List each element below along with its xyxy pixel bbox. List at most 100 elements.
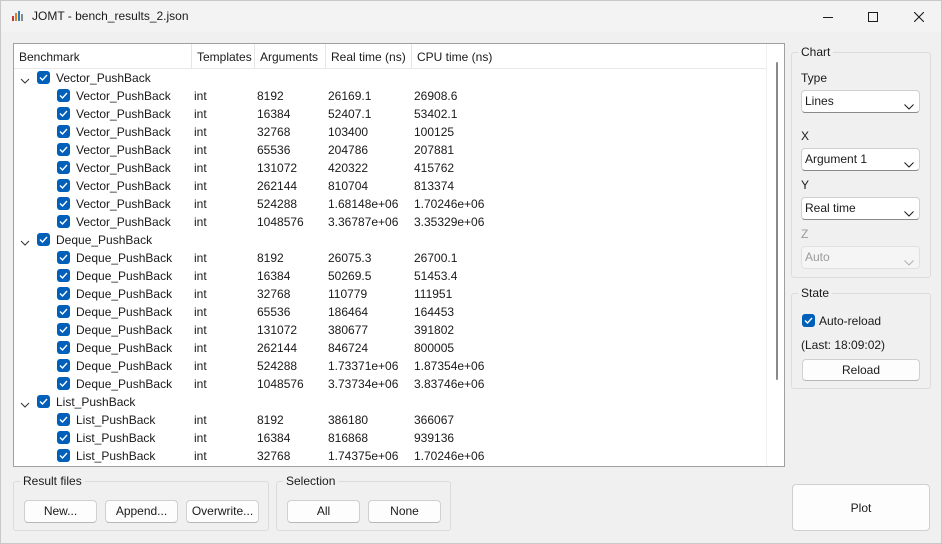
tree-row[interactable]: Deque_PushBack int 524288 1.73371e+06 1.8735… <box>14 357 766 375</box>
row-template: int <box>194 377 207 391</box>
row-argument: 131072 <box>257 323 298 337</box>
row-template: int <box>194 413 207 427</box>
tree-row[interactable]: Vector_PushBack int 262144 810704 813374 <box>14 177 766 195</box>
select-none-button[interactable]: None <box>368 500 441 523</box>
y-dropdown[interactable]: Real time <box>801 197 920 220</box>
tree-row[interactable]: Vector_PushBack int 131072 420322 415762 <box>14 159 766 177</box>
tree-row[interactable]: Deque_PushBack int 65536 186464 164453 <box>14 303 766 321</box>
column-header-real-time[interactable]: Real time (ns) <box>326 44 412 69</box>
row-real-time: 1.73371e+06 <box>328 359 399 373</box>
row-checkbox[interactable] <box>57 161 70 174</box>
auto-reload-checkbox[interactable] <box>802 314 815 327</box>
row-checkbox[interactable] <box>57 107 70 120</box>
tree-row[interactable]: List_PushBack int 16384 816868 939136 <box>14 429 766 447</box>
tree-row[interactable]: Deque_PushBack int 1048576 3.73734e+06 3.837… <box>14 375 766 393</box>
row-checkbox[interactable] <box>57 359 70 372</box>
scrollbar-thumb[interactable] <box>776 62 778 380</box>
row-checkbox[interactable] <box>57 269 70 282</box>
row-checkbox[interactable] <box>57 143 70 156</box>
tree-row[interactable]: Deque_PushBack int 8192 26075.3 26700.1 <box>14 249 766 267</box>
overwrite-button[interactable]: Overwrite... <box>186 500 259 523</box>
tree-row[interactable]: Deque_PushBack int 262144 846724 800005 <box>14 339 766 357</box>
tree-row[interactable]: List_PushBack int 8192 386180 366067 <box>14 411 766 429</box>
row-checkbox[interactable] <box>57 449 70 462</box>
auto-reload-label[interactable]: Auto-reload <box>819 314 881 328</box>
state-title: State <box>798 286 833 300</box>
tree-row[interactable]: Vector_PushBack int 16384 52407.1 53402.1 <box>14 105 766 123</box>
group-checkbox[interactable] <box>37 71 50 84</box>
row-template: int <box>194 305 207 319</box>
row-argument: 1048576 <box>257 377 304 391</box>
row-cpu-time: 813374 <box>414 179 455 193</box>
column-header-templates[interactable]: Templates <box>192 44 255 69</box>
row-cpu-time: 1.70246e+06 <box>414 449 485 463</box>
row-checkbox[interactable] <box>57 287 70 300</box>
tree-group-row[interactable]: List_PushBack <box>14 393 766 411</box>
chevron-down-icon[interactable] <box>20 236 30 246</box>
column-header-cpu-time[interactable]: CPU time (ns) <box>412 44 766 69</box>
type-label: Type <box>801 71 828 85</box>
row-checkbox[interactable] <box>57 215 70 228</box>
append-button[interactable]: Append... <box>105 500 178 523</box>
tree-row[interactable]: Vector_PushBack int 65536 204786 207881 <box>14 141 766 159</box>
chevron-down-icon <box>904 99 914 113</box>
chevron-down-icon[interactable] <box>20 398 30 408</box>
select-all-button[interactable]: All <box>287 500 360 523</box>
row-checkbox[interactable] <box>57 305 70 318</box>
tree-row[interactable]: Vector_PushBack int 32768 103400 100125 <box>14 123 766 141</box>
tree-row[interactable]: Deque_PushBack int 32768 110779 111951 <box>14 285 766 303</box>
row-checkbox[interactable] <box>57 377 70 390</box>
tree-group-row[interactable]: Vector_PushBack <box>14 69 766 87</box>
group-checkbox[interactable] <box>37 395 50 408</box>
row-checkbox[interactable] <box>57 431 70 444</box>
z-label: Z <box>801 227 809 241</box>
z-dropdown-value: Auto <box>805 250 830 264</box>
new-button[interactable]: New... <box>24 500 97 523</box>
row-cpu-time: 100125 <box>414 125 455 139</box>
group-checkbox[interactable] <box>37 233 50 246</box>
row-cpu-time: 415762 <box>414 161 455 175</box>
x-dropdown-value: Argument 1 <box>805 152 868 166</box>
maximize-button[interactable] <box>850 1 896 32</box>
tree-row[interactable]: Vector_PushBack int 1048576 3.36787e+06 3.35… <box>14 213 766 231</box>
column-header-arguments[interactable]: Arguments <box>255 44 326 69</box>
reload-button[interactable]: Reload <box>802 359 920 381</box>
type-dropdown-value: Lines <box>805 94 834 108</box>
tree-row[interactable]: Deque_PushBack int 16384 50269.5 51453.4 <box>14 267 766 285</box>
row-checkbox[interactable] <box>57 323 70 336</box>
row-checkbox[interactable] <box>57 197 70 210</box>
row-real-time: 103400 <box>328 125 369 139</box>
row-benchmark-name: Deque_PushBack <box>76 341 173 355</box>
tree-row[interactable]: Deque_PushBack int 131072 380677 391802 <box>14 321 766 339</box>
tree-group-row[interactable]: Deque_PushBack <box>14 231 766 249</box>
plot-button[interactable]: Plot <box>792 484 930 531</box>
result-files-title: Result files <box>20 474 85 488</box>
benchmark-tree[interactable]: Benchmark Templates Arguments Real time … <box>13 43 785 467</box>
vertical-scrollbar[interactable] <box>776 62 780 422</box>
x-dropdown[interactable]: Argument 1 <box>801 148 920 171</box>
row-real-time: 420322 <box>328 161 369 175</box>
row-argument: 32768 <box>257 287 291 301</box>
type-dropdown[interactable]: Lines <box>801 90 920 113</box>
row-benchmark-name: Deque_PushBack <box>76 377 173 391</box>
row-checkbox[interactable] <box>57 125 70 138</box>
column-header-benchmark[interactable]: Benchmark <box>14 44 192 69</box>
row-checkbox[interactable] <box>57 179 70 192</box>
tree-row[interactable]: Vector_PushBack int 8192 26169.1 26908.6 <box>14 87 766 105</box>
row-checkbox[interactable] <box>57 89 70 102</box>
tree-row[interactable]: Vector_PushBack int 524288 1.68148e+06 1.702… <box>14 195 766 213</box>
row-template: int <box>194 341 207 355</box>
minimize-icon <box>823 12 833 22</box>
y-label: Y <box>801 178 810 192</box>
row-template: int <box>194 359 207 373</box>
row-checkbox[interactable] <box>57 341 70 354</box>
title-bar[interactable]: JOMT - bench_results_2.json <box>1 1 941 32</box>
row-cpu-time: 939136 <box>414 431 455 445</box>
row-checkbox[interactable] <box>57 251 70 264</box>
minimize-button[interactable] <box>805 1 851 32</box>
row-checkbox[interactable] <box>57 413 70 426</box>
tree-row[interactable]: List_PushBack int 32768 1.74375e+06 1.70246e… <box>14 447 766 465</box>
close-button[interactable] <box>896 1 942 32</box>
chevron-down-icon[interactable] <box>20 74 30 84</box>
chart-title: Chart <box>798 45 834 59</box>
